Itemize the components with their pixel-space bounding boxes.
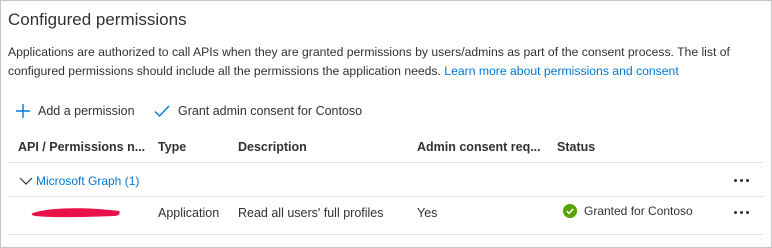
redacted-permission-name — [31, 208, 120, 218]
status-badge: Granted for Contoso — [563, 204, 693, 218]
more-icon — [733, 178, 737, 182]
checkmark-icon — [154, 105, 170, 118]
section-title: Configured permissions — [8, 10, 187, 29]
row-divider — [8, 234, 763, 235]
grant-admin-consent-button[interactable]: Grant admin consent for Contoso — [153, 101, 362, 121]
configured-permissions-panel: Configured permissions Applications are … — [0, 0, 772, 248]
more-icon — [733, 210, 737, 214]
add-permission-label: Add a permission — [38, 104, 135, 118]
column-header-type[interactable]: Type — [158, 140, 186, 154]
learn-more-link[interactable]: Learn more about permissions and consent — [444, 64, 678, 78]
row-more-button[interactable] — [729, 205, 753, 219]
permission-description: Read all users' full profiles — [238, 206, 384, 220]
chevron-down-icon — [19, 177, 33, 185]
group-more-button[interactable] — [729, 173, 753, 187]
column-header-description[interactable]: Description — [238, 140, 307, 154]
plus-icon — [16, 104, 30, 118]
section-description: Applications are authorized to call APIs… — [8, 43, 760, 81]
status-label: Granted for Contoso — [584, 204, 693, 218]
group-divider — [8, 196, 763, 197]
header-divider — [8, 162, 763, 163]
permission-type: Application — [158, 206, 220, 220]
grant-admin-consent-label: Grant admin consent for Contoso — [178, 104, 363, 118]
column-header-api[interactable]: API / Permissions n... — [18, 140, 145, 154]
success-check-icon — [563, 204, 577, 218]
add-permission-button[interactable]: Add a permission — [15, 101, 135, 121]
group-label: Microsoft Graph (1) — [36, 174, 140, 188]
column-header-admin-consent[interactable]: Admin consent req... — [417, 140, 541, 154]
admin-consent-required: Yes — [417, 206, 438, 220]
group-toggle-microsoft-graph[interactable]: Microsoft Graph (1) — [19, 174, 139, 188]
column-header-status[interactable]: Status — [557, 140, 595, 154]
